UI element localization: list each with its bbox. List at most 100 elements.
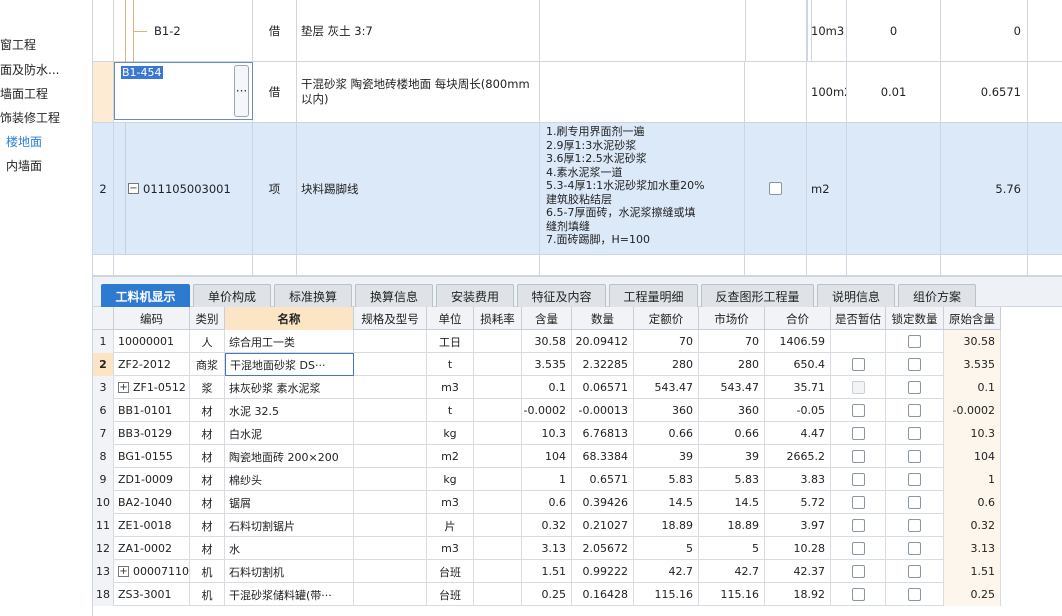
resource-market-price[interactable]: 42.7: [699, 560, 765, 583]
resource-name[interactable]: 水: [225, 537, 354, 560]
resource-content[interactable]: 10.3: [522, 422, 572, 445]
resource-original-content[interactable]: 30.58: [944, 330, 1001, 353]
resource-original-content[interactable]: 0.1: [944, 376, 1001, 399]
resource-code[interactable]: 10000001: [114, 330, 190, 353]
resource-fixed-price[interactable]: 70: [634, 330, 699, 353]
resource-content[interactable]: 1.51: [522, 560, 572, 583]
resource-category[interactable]: 商浆: [190, 353, 225, 376]
resource-original-content[interactable]: 3.535: [944, 353, 1001, 376]
resource-spec[interactable]: [354, 353, 427, 376]
table-row[interactable]: 7 BB3-0129 材白水泥 kg 10.3 6.76813 0.66 0.66 4.47 10…: [93, 422, 1001, 445]
resource-quantity[interactable]: 68.3384: [572, 445, 634, 468]
lock-quantity-checkbox[interactable]: [908, 588, 921, 601]
resource-spec[interactable]: [354, 445, 427, 468]
resource-code[interactable]: ZE1-0018: [114, 514, 190, 537]
resource-fixed-price[interactable]: 543.47: [634, 376, 699, 399]
resource-market-price[interactable]: 115.16: [699, 583, 765, 606]
resource-fixed-price[interactable]: 39: [634, 445, 699, 468]
estimated-checkbox[interactable]: [851, 496, 865, 509]
resource-spec[interactable]: [354, 537, 427, 560]
resource-fixed-price[interactable]: 14.5: [634, 491, 699, 514]
resource-sum[interactable]: 18.92: [765, 583, 831, 606]
tab-unit-price[interactable]: 单价构成: [193, 284, 271, 307]
resource-content[interactable]: 30.58: [522, 330, 572, 353]
resource-sum[interactable]: 4.47: [765, 422, 831, 445]
resource-quantity[interactable]: 0.21027: [572, 514, 634, 537]
resource-sum[interactable]: 650.4: [765, 353, 831, 376]
resource-spec[interactable]: [354, 491, 427, 514]
resource-code[interactable]: ZF2-2012: [114, 353, 190, 376]
resource-category[interactable]: 浆: [190, 376, 225, 399]
resource-original-content[interactable]: 104: [944, 445, 1001, 468]
col-header-estimated[interactable]: 是否暂估: [831, 307, 886, 330]
resource-sum[interactable]: 10.28: [765, 537, 831, 560]
estimated-checkbox[interactable]: [851, 404, 865, 417]
resource-code[interactable]: + ZF1-0512: [114, 376, 190, 399]
col-header-unit[interactable]: 单位: [427, 307, 474, 330]
resource-category[interactable]: 材: [190, 422, 225, 445]
resource-spec[interactable]: [354, 330, 427, 353]
tree-item-0[interactable]: 窗工程: [0, 36, 36, 53]
resource-content[interactable]: 3.535: [522, 353, 572, 376]
ellipsis-button[interactable]: ···: [234, 65, 249, 117]
collapse-icon[interactable]: −: [128, 183, 139, 194]
resource-sum[interactable]: 2665.2: [765, 445, 831, 468]
estimated-checkbox[interactable]: [851, 358, 865, 371]
col-header-loss[interactable]: 损耗率: [474, 307, 522, 330]
resource-content[interactable]: -0.0002: [522, 399, 572, 422]
col-header-market-price[interactable]: 市场价: [699, 307, 765, 330]
tree-item-5[interactable]: 内墙面: [6, 157, 42, 174]
resource-fixed-price[interactable]: 5.83: [634, 468, 699, 491]
estimated-checkbox[interactable]: [851, 473, 865, 486]
col-header-fixed-price[interactable]: 定额价: [634, 307, 699, 330]
table-row[interactable]: 6 BB1-0101 材水泥 32.5 t -0.0002 -0.00013 360 360-…: [93, 399, 1001, 422]
col-header-code[interactable]: 编码: [114, 307, 190, 330]
code-edit-box[interactable]: B1-454 ···: [114, 62, 253, 120]
resource-market-price[interactable]: 543.47: [699, 376, 765, 399]
resource-fixed-price[interactable]: 280: [634, 353, 699, 376]
resource-unit[interactable]: kg: [427, 422, 474, 445]
resource-sum[interactable]: 42.37: [765, 560, 831, 583]
resource-original-content[interactable]: 1: [944, 468, 1001, 491]
resource-unit[interactable]: kg: [427, 468, 474, 491]
tree-item-2[interactable]: 墙面工程: [0, 85, 48, 102]
resource-spec[interactable]: [354, 514, 427, 537]
estimated-checkbox[interactable]: [851, 542, 865, 555]
estimated-checkbox[interactable]: [851, 450, 865, 463]
resource-sum[interactable]: 3.97: [765, 514, 831, 537]
resource-fixed-price[interactable]: 0.66: [634, 422, 699, 445]
col-header-original[interactable]: 原始含量: [944, 307, 1001, 330]
resource-quantity[interactable]: 2.32285: [572, 353, 634, 376]
resource-market-price[interactable]: 5.83: [699, 468, 765, 491]
resource-loss-rate[interactable]: [474, 514, 522, 537]
resource-quantity[interactable]: -0.00013: [572, 399, 634, 422]
lock-quantity-checkbox[interactable]: [908, 565, 921, 578]
resource-fixed-price[interactable]: 115.16: [634, 583, 699, 606]
resource-name[interactable]: 干混地面砂浆 DS···: [225, 353, 354, 376]
table-row[interactable]: 8 BG1-0155 材陶瓷地面砖 200×200 m2 104 68.3384 39 39 2…: [93, 445, 1001, 468]
table-row[interactable]: 12 ZA1-0002 材水 m3 3.13 2.05672 5 5 10.28 3.13: [93, 537, 1001, 560]
resource-sum[interactable]: 5.72: [765, 491, 831, 514]
resource-loss-rate[interactable]: [474, 330, 522, 353]
resource-loss-rate[interactable]: [474, 422, 522, 445]
resource-quantity[interactable]: 0.06571: [572, 376, 634, 399]
resource-category[interactable]: 机: [190, 583, 225, 606]
resource-category[interactable]: 材: [190, 399, 225, 422]
resource-fixed-price[interactable]: 42.7: [634, 560, 699, 583]
resource-unit[interactable]: t: [427, 353, 474, 376]
resource-category[interactable]: 人: [190, 330, 225, 353]
resource-unit[interactable]: m3: [427, 491, 474, 514]
resource-quantity[interactable]: 0.39426: [572, 491, 634, 514]
resource-fixed-price[interactable]: 5: [634, 537, 699, 560]
resource-quantity[interactable]: 0.6571: [572, 468, 634, 491]
table-row[interactable]: 9 ZD1-0009 材棉纱头 kg 1 0.6571 5.83 5.83 3.83 1: [93, 468, 1001, 491]
resource-unit[interactable]: 台班: [427, 583, 474, 606]
estimated-checkbox[interactable]: [851, 427, 865, 440]
col-header-content[interactable]: 含量: [522, 307, 572, 330]
tab-conversion-info[interactable]: 换算信息: [355, 284, 433, 307]
resource-name[interactable]: 石料切割锯片: [225, 514, 354, 537]
resource-sum[interactable]: 1406.59: [765, 330, 831, 353]
resource-name[interactable]: 综合用工一类: [225, 330, 354, 353]
resource-unit[interactable]: t: [427, 399, 474, 422]
expand-icon[interactable]: +: [118, 566, 129, 577]
